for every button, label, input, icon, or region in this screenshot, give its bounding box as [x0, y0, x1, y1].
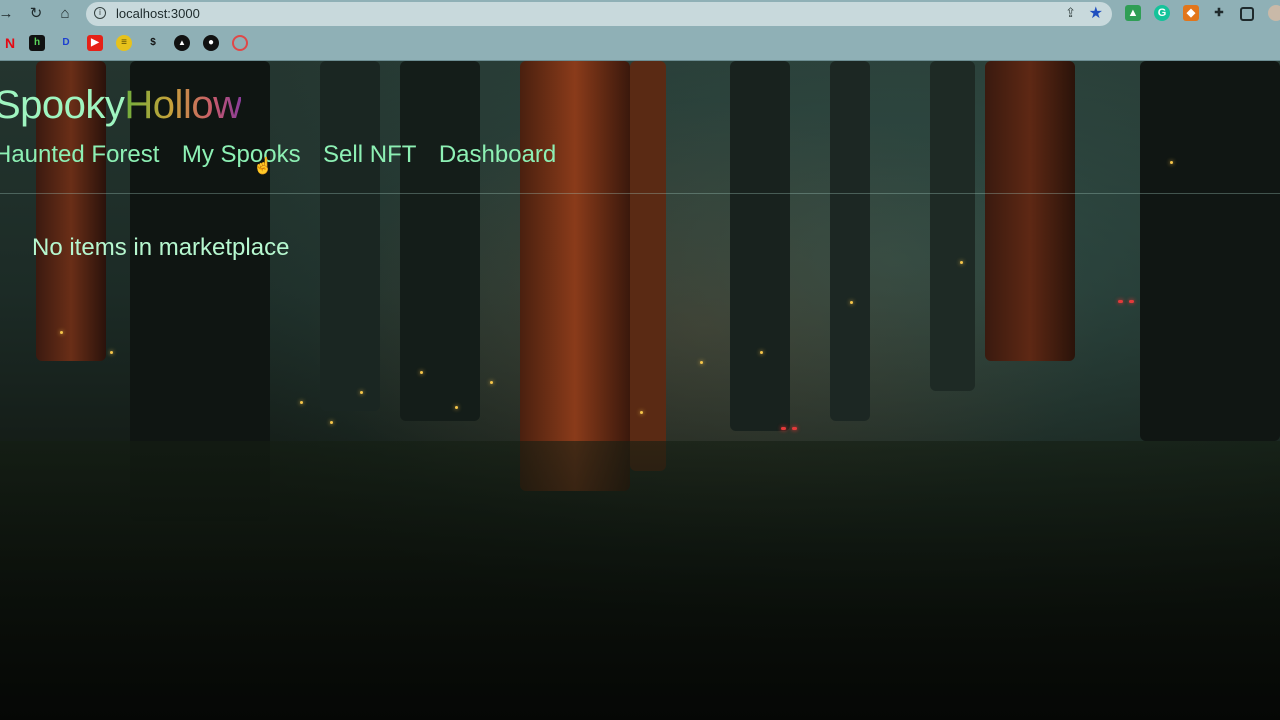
- hand-cursor-icon: ☝: [253, 158, 273, 175]
- youtube-icon[interactable]: ▶: [87, 35, 103, 51]
- bookmark-star-icon[interactable]: ★: [1089, 3, 1103, 23]
- tree-trunk: [320, 61, 380, 411]
- side-panel-icon[interactable]: [1240, 7, 1254, 21]
- logo-text-hollow: Hollow: [124, 83, 242, 127]
- firefly: [960, 261, 963, 264]
- money-bag-icon[interactable]: $: [145, 35, 161, 51]
- tree-trunk: [400, 61, 480, 421]
- d-icon[interactable]: D: [58, 35, 74, 51]
- tree-trunk: [830, 61, 870, 421]
- firefly: [60, 331, 63, 334]
- firefly: [330, 421, 333, 424]
- browser-toolbar: → ↻ ⌂ i localhost:3000 ⇪ ★ ▲ G ◆ ✚: [0, 0, 1280, 28]
- bookmarks-bar: N h D ▶ ≡ $ ▲ ●: [0, 28, 1280, 61]
- firefly: [300, 401, 303, 404]
- site-logo[interactable]: SpookyHollow: [0, 83, 242, 128]
- tree-trunk: [520, 61, 630, 491]
- target-icon[interactable]: [232, 35, 248, 51]
- triangle-icon[interactable]: ▲: [174, 35, 190, 51]
- tree-trunk: [630, 61, 666, 471]
- tree-trunk: [1140, 61, 1280, 441]
- google-drive-icon[interactable]: ▲: [1125, 5, 1141, 21]
- nav-haunted-forest[interactable]: Haunted Forest: [0, 141, 159, 169]
- profile-avatar[interactable]: [1268, 5, 1280, 21]
- tree-trunk: [930, 61, 975, 391]
- forest-ground: [0, 441, 1280, 720]
- glowing-eyes: [1118, 300, 1134, 303]
- firefly: [760, 351, 763, 354]
- firefly: [1170, 161, 1173, 164]
- site-info-icon[interactable]: i: [94, 7, 106, 19]
- url-text[interactable]: localhost:3000: [116, 6, 200, 21]
- coin-icon[interactable]: ≡: [116, 35, 132, 51]
- home-icon[interactable]: ⌂: [55, 4, 75, 24]
- reload-icon[interactable]: ↻: [26, 4, 46, 24]
- nav-dashboard[interactable]: Dashboard: [439, 141, 556, 169]
- github-icon[interactable]: ●: [203, 35, 219, 51]
- share-icon[interactable]: ⇪: [1065, 5, 1076, 21]
- metamask-icon[interactable]: ◆: [1183, 5, 1199, 21]
- empty-marketplace-message: No items in marketplace: [32, 234, 290, 261]
- extensions-puzzle-icon[interactable]: ✚: [1211, 5, 1227, 21]
- glowing-eyes: [781, 427, 797, 430]
- tree-trunk: [730, 61, 790, 431]
- netflix-icon[interactable]: N: [2, 35, 18, 51]
- logo-text-spooky: Spooky: [0, 83, 125, 127]
- firefly: [455, 406, 458, 409]
- firefly: [640, 411, 643, 414]
- grammarly-icon[interactable]: G: [1154, 5, 1170, 21]
- main-nav: Haunted Forest My Spooks Sell NFT Dashbo…: [0, 141, 574, 169]
- nav-my-spooks[interactable]: My Spooks: [182, 141, 301, 169]
- address-bar[interactable]: i localhost:3000 ⇪ ★: [86, 2, 1112, 26]
- nav-sell-nft[interactable]: Sell NFT: [323, 141, 416, 169]
- h-icon[interactable]: h: [29, 35, 45, 51]
- firefly: [360, 391, 363, 394]
- firefly: [420, 371, 423, 374]
- back-arrow-icon[interactable]: →: [0, 4, 16, 24]
- tree-trunk: [985, 61, 1075, 361]
- header-divider: [0, 193, 1280, 194]
- firefly: [110, 351, 113, 354]
- firefly: [700, 361, 703, 364]
- page-content: SpookyHollow Haunted Forest My Spooks Se…: [0, 61, 1280, 720]
- firefly: [490, 381, 493, 384]
- firefly: [850, 301, 853, 304]
